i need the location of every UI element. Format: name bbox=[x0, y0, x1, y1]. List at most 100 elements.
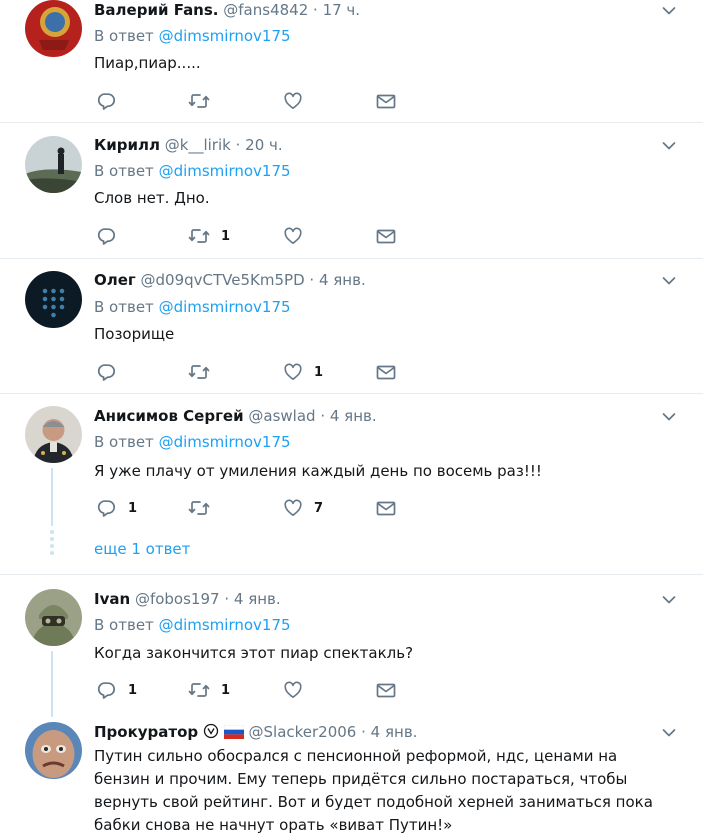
author-handle[interactable]: @fans4842 bbox=[223, 1, 308, 19]
reply-count: 1 bbox=[128, 682, 138, 698]
retweet-button[interactable] bbox=[188, 91, 221, 111]
show-more-replies-link[interactable]: еще 1 ответ bbox=[94, 540, 190, 558]
tweet-text: Пиар,пиар..... bbox=[94, 54, 201, 72]
chevron-down-icon[interactable] bbox=[662, 273, 676, 287]
action-bar: 1 bbox=[94, 226, 414, 246]
heart-icon bbox=[283, 680, 303, 700]
reply-button[interactable] bbox=[97, 91, 128, 111]
avatar[interactable] bbox=[25, 0, 82, 57]
retweet-button[interactable]: 1 bbox=[188, 680, 230, 700]
thread-line bbox=[51, 651, 53, 717]
avatar[interactable] bbox=[25, 136, 82, 193]
reply-icon bbox=[97, 91, 117, 111]
tweet[interactable]: Олег @d09qvCTVe5Km5PD · 4 янв. В ответ @… bbox=[0, 259, 703, 393]
reply-button[interactable] bbox=[97, 362, 128, 382]
reply-context: В ответ @dimsmirnov175 bbox=[94, 162, 291, 180]
avatar[interactable] bbox=[25, 271, 82, 328]
retweet-button[interactable] bbox=[188, 362, 221, 382]
timestamp[interactable]: · 4 янв. bbox=[361, 723, 417, 741]
dm-button[interactable] bbox=[375, 680, 397, 700]
like-button[interactable] bbox=[283, 680, 314, 700]
dm-button[interactable] bbox=[375, 91, 397, 111]
tweet[interactable]: Кирилл @k__lirik · 20 ч. В ответ @dimsmi… bbox=[0, 123, 703, 258]
reply-mention-link[interactable]: @dimsmirnov175 bbox=[159, 616, 291, 634]
tweet[interactable]: Ivan @fobos197 · 4 янв. В ответ @dimsmir… bbox=[0, 575, 703, 717]
retweet-icon bbox=[188, 91, 210, 111]
timestamp[interactable]: · 4 янв. bbox=[320, 407, 376, 425]
retweet-icon bbox=[188, 680, 210, 700]
chevron-down-icon[interactable] bbox=[662, 409, 676, 423]
tweet-text: Путин сильно обосрался с пенсионной рефо… bbox=[94, 747, 653, 834]
dm-button[interactable] bbox=[375, 362, 397, 382]
author-handle[interactable]: @aswlad bbox=[248, 407, 315, 425]
timestamp[interactable]: · 4 янв. bbox=[309, 271, 365, 289]
action-bar: 1 7 bbox=[94, 498, 414, 518]
reply-mention-link[interactable]: @dimsmirnov175 bbox=[159, 162, 291, 180]
heart-icon bbox=[283, 226, 303, 246]
chevron-down-icon[interactable] bbox=[662, 3, 676, 17]
chevron-down-icon[interactable] bbox=[662, 138, 676, 152]
tweet-text: Я уже плачу от умиления каждый день по в… bbox=[94, 462, 542, 480]
like-button[interactable] bbox=[283, 91, 314, 111]
action-bar: 1 1 bbox=[94, 680, 414, 700]
dm-button[interactable] bbox=[375, 498, 397, 518]
chevron-down-icon[interactable] bbox=[662, 592, 676, 606]
retweet-count: 1 bbox=[221, 682, 231, 698]
thread-dot bbox=[50, 537, 54, 541]
reply-button[interactable] bbox=[97, 226, 128, 246]
reply-button[interactable]: 1 bbox=[97, 498, 137, 518]
reply-prefix: В ответ bbox=[94, 433, 154, 451]
retweet-button[interactable]: 1 bbox=[188, 226, 230, 246]
chevron-down-icon[interactable] bbox=[662, 725, 676, 739]
avatar[interactable] bbox=[25, 722, 82, 779]
reply-mention-link[interactable]: @dimsmirnov175 bbox=[159, 433, 291, 451]
envelope-icon bbox=[375, 498, 397, 518]
reply-prefix: В ответ bbox=[94, 616, 154, 634]
timestamp[interactable]: · 4 янв. bbox=[224, 590, 280, 608]
reply-button[interactable]: 1 bbox=[97, 680, 137, 700]
tweet[interactable]: Анисимов Сергей @aswlad · 4 янв. В ответ… bbox=[0, 394, 703, 574]
retweet-count: 1 bbox=[221, 228, 231, 244]
author-name[interactable]: Прокуратор bbox=[94, 723, 198, 741]
thread-dot bbox=[50, 544, 54, 548]
author-handle[interactable]: @fobos197 bbox=[135, 590, 220, 608]
heart-icon bbox=[283, 91, 303, 111]
author-name[interactable]: Олег bbox=[94, 271, 136, 289]
author-name[interactable]: Валерий Fans. bbox=[94, 1, 219, 19]
thread-line bbox=[51, 468, 53, 526]
timestamp[interactable]: · 20 ч. bbox=[236, 136, 283, 154]
tweet[interactable]: Валерий Fans. @fans4842 · 17 ч. В ответ … bbox=[0, 0, 703, 122]
author-handle[interactable]: @Slacker2006 bbox=[249, 723, 357, 741]
reply-icon bbox=[97, 226, 117, 246]
avatar[interactable] bbox=[25, 406, 82, 463]
tweet-text: Позорище bbox=[94, 325, 175, 343]
author-handle[interactable]: @d09qvCTVe5Km5PD bbox=[141, 271, 305, 289]
author-handle[interactable]: @k__lirik bbox=[165, 136, 231, 154]
envelope-icon bbox=[375, 362, 397, 382]
retweet-icon bbox=[188, 362, 210, 382]
reply-prefix: В ответ bbox=[94, 27, 154, 45]
timestamp[interactable]: · 17 ч. bbox=[313, 1, 360, 19]
dm-button[interactable] bbox=[375, 226, 397, 246]
like-button[interactable]: 1 bbox=[283, 362, 323, 382]
reply-context: В ответ @dimsmirnov175 bbox=[94, 298, 291, 316]
retweet-icon bbox=[188, 498, 210, 518]
tweet-text: Слов нет. Дно. bbox=[94, 189, 210, 207]
author-name[interactable]: Анисимов Сергей bbox=[94, 407, 244, 425]
author-name[interactable]: Ivan bbox=[94, 590, 130, 608]
tweet[interactable]: Прокуратор @Slacker2006 · 4 янв. Путин с… bbox=[0, 715, 703, 835]
reply-icon bbox=[97, 498, 117, 518]
reply-mention-link[interactable]: @dimsmirnov175 bbox=[159, 298, 291, 316]
like-button[interactable]: 7 bbox=[283, 498, 323, 518]
action-bar bbox=[94, 91, 414, 111]
avatar[interactable] bbox=[25, 589, 82, 646]
envelope-icon bbox=[375, 226, 397, 246]
retweet-button[interactable] bbox=[188, 498, 221, 518]
author-name[interactable]: Кирилл bbox=[94, 136, 160, 154]
reply-icon bbox=[97, 362, 117, 382]
reply-prefix: В ответ bbox=[94, 162, 154, 180]
like-button[interactable] bbox=[283, 226, 314, 246]
reply-mention-link[interactable]: @dimsmirnov175 bbox=[159, 27, 291, 45]
reply-context: В ответ @dimsmirnov175 bbox=[94, 616, 291, 634]
like-count: 7 bbox=[314, 500, 324, 516]
